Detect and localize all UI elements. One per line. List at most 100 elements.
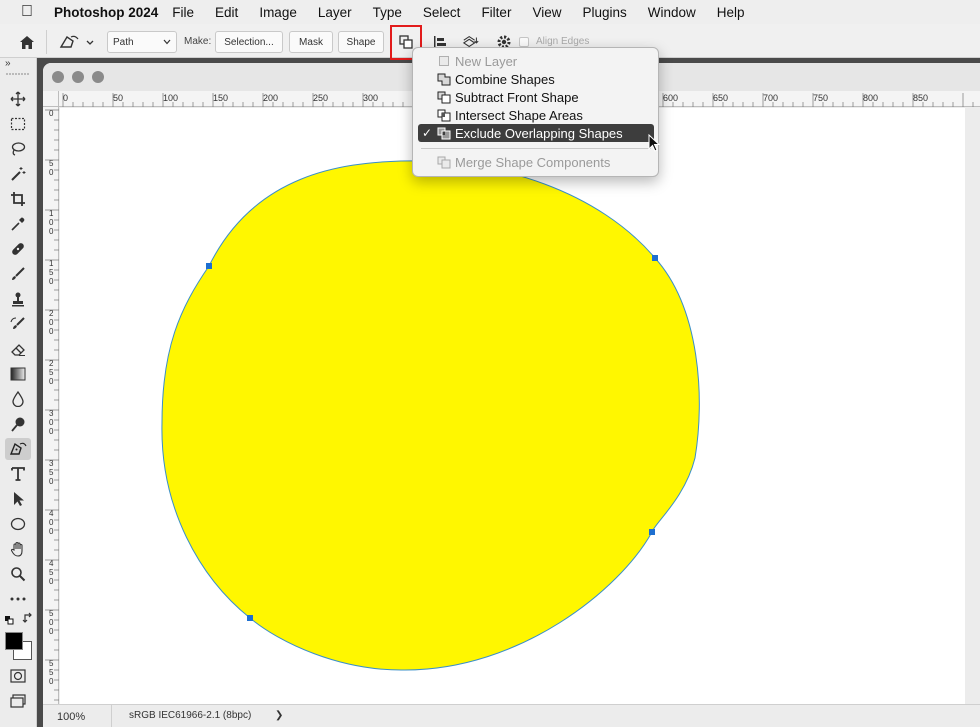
separator <box>111 705 112 727</box>
clone-stamp-icon[interactable] <box>5 288 31 310</box>
ruler-label: 5 5 0 <box>49 659 54 686</box>
ruler-label: 100 <box>163 93 179 103</box>
foreground-color-swatch[interactable] <box>5 632 23 650</box>
dodge-icon[interactable] <box>5 413 31 435</box>
tools-panel: » <box>0 58 37 727</box>
rectangular-marquee-icon[interactable] <box>5 113 31 135</box>
ruler-label: 800 <box>863 93 879 103</box>
path-selection-icon[interactable] <box>5 488 31 510</box>
ruler-label: 0 <box>49 109 54 118</box>
collapse-panel-icon[interactable]: » <box>5 57 31 69</box>
menu-separator <box>421 148 651 149</box>
menu-item-label: Exclude Overlapping Shapes <box>455 125 623 141</box>
panel-grip[interactable] <box>5 72 31 76</box>
zoom-tool-icon[interactable] <box>5 563 31 585</box>
menu-select[interactable]: Select <box>423 5 461 20</box>
mask-button[interactable]: Mask <box>289 31 333 53</box>
exclude-overlapping-shapes-icon <box>436 126 451 140</box>
ruler-label: 600 <box>663 93 679 103</box>
ruler-label: 1 0 0 <box>49 209 54 236</box>
swap-colors-icon[interactable] <box>3 611 35 625</box>
menu-item-label: New Layer <box>455 53 518 69</box>
menu-file[interactable]: File <box>172 5 194 20</box>
ruler-label: 2 5 0 <box>49 359 54 386</box>
mode-select[interactable]: Path <box>107 31 177 53</box>
tool-preset-picker[interactable] <box>58 33 96 51</box>
status-info-arrow[interactable]: ❯ <box>275 710 283 721</box>
menu-item-subtract-front-shape[interactable]: Subtract Front Shape <box>418 88 654 106</box>
menu-edit[interactable]: Edit <box>215 5 238 20</box>
new-layer-icon <box>436 54 451 68</box>
menu-window[interactable]: Window <box>648 5 696 20</box>
menu-type[interactable]: Type <box>373 5 402 20</box>
menu-item-exclude-overlapping-shapes[interactable]: ✓ Exclude Overlapping Shapes <box>418 124 654 142</box>
zoom-level[interactable]: 100% <box>57 711 85 723</box>
menu-item-combine-shapes[interactable]: Combine Shapes <box>418 70 654 88</box>
ruler-label: 2 0 0 <box>49 309 54 336</box>
eyedropper-icon[interactable] <box>5 213 31 235</box>
menu-item-intersect-shape-areas[interactable]: Intersect Shape Areas <box>418 106 654 124</box>
yellow-shape-path[interactable] <box>161 160 700 671</box>
make-label: Make: <box>184 36 212 47</box>
app-name[interactable]: Photoshop 2024 <box>54 5 158 20</box>
anchor-point[interactable] <box>649 529 655 535</box>
mode-select-value: Path <box>113 36 134 48</box>
hand-tool-icon[interactable] <box>5 538 31 560</box>
minimize-window-button[interactable] <box>72 71 84 83</box>
lasso-icon[interactable] <box>5 138 31 160</box>
menu-item-merge-shape-components[interactable]: Merge Shape Components <box>418 153 654 171</box>
mouse-cursor-icon <box>648 134 661 152</box>
menu-layer[interactable]: Layer <box>318 5 352 20</box>
anchor-point[interactable] <box>247 615 253 621</box>
ruler-origin[interactable] <box>43 91 59 107</box>
home-icon[interactable] <box>18 33 36 51</box>
type-tool-icon[interactable] <box>5 463 31 485</box>
anchor-point[interactable] <box>652 255 658 261</box>
align-edges-label: Align Edges <box>536 36 590 47</box>
history-brush-icon[interactable] <box>5 313 31 335</box>
ruler-label: 200 <box>263 93 279 103</box>
blur-icon[interactable] <box>5 388 31 410</box>
move-tool-icon[interactable] <box>5 88 31 110</box>
magic-wand-icon[interactable] <box>5 163 31 185</box>
separator <box>46 30 47 54</box>
apple-icon[interactable]:  <box>0 3 54 21</box>
gradient-icon[interactable] <box>5 363 31 385</box>
menu-item-new-layer[interactable]: New Layer <box>418 52 654 70</box>
menu-view[interactable]: View <box>532 5 561 20</box>
menu-item-label: Subtract Front Shape <box>455 89 579 105</box>
zoom-window-button[interactable] <box>92 71 104 83</box>
ruler-label: 5 0 <box>49 159 54 177</box>
canvas-artwork <box>161 160 700 671</box>
document-canvas[interactable] <box>60 108 965 704</box>
selection-button[interactable]: Selection... <box>215 31 283 53</box>
menu-plugins[interactable]: Plugins <box>582 5 626 20</box>
menu-help[interactable]: Help <box>717 5 745 20</box>
shape-button[interactable]: Shape <box>338 31 384 53</box>
ruler-label: 150 <box>213 93 229 103</box>
vertical-ruler[interactable]: 0 5 0 1 0 0 1 5 0 2 0 0 2 5 0 3 0 0 3 5 … <box>43 107 59 704</box>
ruler-label: 3 0 0 <box>49 409 54 436</box>
more-tools-icon[interactable] <box>5 588 31 610</box>
ruler-label: 300 <box>363 93 379 103</box>
brush-icon[interactable] <box>5 263 31 285</box>
color-swatches[interactable] <box>4 630 34 660</box>
menu-item-label: Combine Shapes <box>455 71 555 87</box>
menu-filter[interactable]: Filter <box>481 5 511 20</box>
pen-tool-icon[interactable] <box>5 438 31 460</box>
path-operations-menu: New Layer Combine Shapes Subtract Front … <box>412 47 659 177</box>
ruler-label: 50 <box>113 93 124 103</box>
eraser-icon[interactable] <box>5 338 31 360</box>
status-bar: 100% sRGB IEC61966-2.1 (8bpc) ❯ <box>43 704 980 727</box>
merge-shape-components-icon <box>436 155 451 169</box>
screen-mode-icon[interactable] <box>5 690 31 712</box>
crop-icon[interactable] <box>5 188 31 210</box>
ellipse-tool-icon[interactable] <box>5 513 31 535</box>
menu-image[interactable]: Image <box>259 5 297 20</box>
check-mark-icon: ✓ <box>421 126 433 140</box>
healing-brush-icon[interactable] <box>5 238 31 260</box>
quick-mask-icon[interactable] <box>5 665 31 687</box>
color-profile-info: sRGB IEC61966-2.1 (8bpc) <box>129 710 252 721</box>
close-window-button[interactable] <box>52 71 64 83</box>
anchor-point[interactable] <box>206 263 212 269</box>
